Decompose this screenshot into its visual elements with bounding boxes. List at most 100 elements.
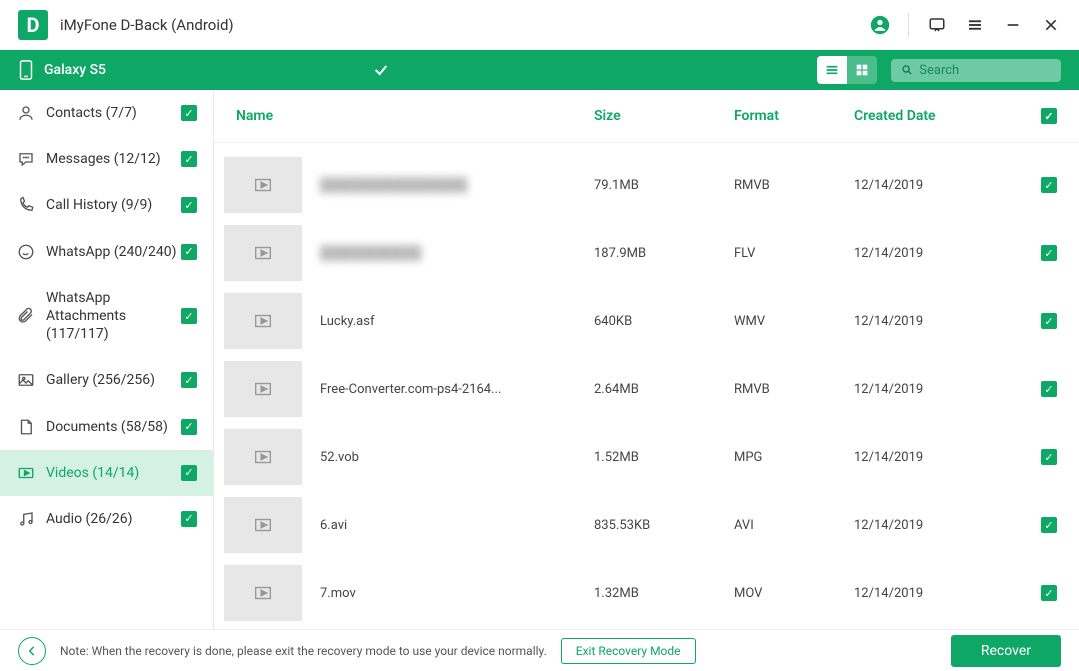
row-size: 1.32MB — [594, 586, 734, 601]
video-thumbnail[interactable] — [224, 293, 302, 349]
sidebar-item-check[interactable]: ✓ — [181, 419, 197, 435]
video-thumbnail[interactable] — [224, 157, 302, 213]
sidebar-item-audio[interactable]: Audio (26/26)✓ — [0, 496, 213, 542]
row-date: 12/14/2019 — [854, 518, 984, 533]
sidebar-item-check[interactable]: ✓ — [181, 511, 197, 527]
sidebar-item-video[interactable]: Videos (14/14)✓ — [0, 450, 213, 496]
row-name: 6.avi — [320, 518, 594, 533]
divider — [908, 13, 909, 37]
row-size: 2.64MB — [594, 382, 734, 397]
row-name: ████████████████ — [320, 177, 594, 193]
row-checkbox[interactable]: ✓ — [1041, 245, 1057, 261]
minimize-icon[interactable] — [1003, 15, 1023, 35]
row-checkbox[interactable]: ✓ — [1041, 381, 1057, 397]
col-format[interactable]: Format — [734, 108, 854, 124]
row-size: 187.9MB — [594, 246, 734, 261]
user-icon[interactable] — [870, 15, 890, 35]
recover-button[interactable]: Recover — [951, 635, 1061, 667]
audio-icon — [16, 510, 36, 528]
feedback-icon[interactable] — [927, 15, 947, 35]
sidebar-item-message[interactable]: Messages (12/12)✓ — [0, 136, 213, 182]
row-name: ███████████ — [320, 245, 594, 261]
sidebar-item-check[interactable]: ✓ — [181, 197, 197, 213]
back-button[interactable] — [18, 637, 46, 665]
image-icon — [16, 371, 36, 389]
table-row[interactable]: Free-Converter.com-ps4-2164...2.64MBRMVB… — [214, 355, 1079, 423]
sidebar-item-label: Videos (14/14) — [46, 464, 181, 482]
device-selected-check — [373, 62, 551, 78]
sidebar-item-label: WhatsApp (240/240) — [46, 243, 181, 261]
row-checkbox[interactable]: ✓ — [1041, 177, 1057, 193]
table-row[interactable]: ████████████████79.1MBRMVB12/14/2019✓ — [214, 151, 1079, 219]
col-date[interactable]: Created Date — [854, 108, 984, 124]
device-name: Galaxy S5 — [44, 62, 106, 78]
sidebar-item-check[interactable]: ✓ — [181, 151, 197, 167]
phone-icon — [16, 196, 36, 214]
menu-icon[interactable] — [965, 15, 985, 35]
sidebar-item-contact[interactable]: Contacts (7/7)✓ — [0, 90, 213, 136]
row-format: RMVB — [734, 382, 854, 397]
app-title: iMyFone D-Back (Android) — [60, 16, 870, 34]
main: Contacts (7/7)✓Messages (12/12)✓Call His… — [0, 90, 1079, 629]
table-row[interactable]: 52.vob1.52MBMPG12/14/2019✓ — [214, 423, 1079, 491]
device-bar: Galaxy S5 — [0, 50, 1079, 90]
sidebar-item-check[interactable]: ✓ — [181, 465, 197, 481]
sidebar: Contacts (7/7)✓Messages (12/12)✓Call His… — [0, 90, 214, 629]
col-name[interactable]: Name — [224, 108, 594, 124]
row-size: 640KB — [594, 314, 734, 329]
row-format: WMV — [734, 314, 854, 329]
video-thumbnail[interactable] — [224, 565, 302, 621]
table-row[interactable]: 6.avi835.53KBAVI12/14/2019 ✓ — [214, 491, 1079, 559]
close-icon[interactable] — [1041, 15, 1061, 35]
doc-icon — [16, 418, 36, 436]
row-date: 12/14/2019 — [854, 450, 984, 465]
grid-view-button[interactable] — [847, 56, 877, 84]
video-thumbnail[interactable] — [224, 429, 302, 485]
row-size: 835.53KB — [594, 518, 734, 533]
sidebar-item-label: Documents (58/58) — [46, 418, 181, 436]
row-checkbox[interactable]: ✓ — [1041, 313, 1057, 329]
search-box[interactable] — [891, 59, 1061, 82]
search-input[interactable] — [919, 63, 1051, 78]
sidebar-item-phone[interactable]: Call History (9/9)✓ — [0, 182, 213, 228]
footer-note: Note: When the recovery is done, please … — [60, 644, 547, 658]
titlebar-controls — [870, 13, 1061, 37]
row-format: FLV — [734, 246, 854, 261]
col-size[interactable]: Size — [594, 108, 734, 124]
row-name: Free-Converter.com-ps4-2164... — [320, 382, 594, 397]
sidebar-item-label: WhatsApp Attachments (117/117) — [46, 289, 181, 344]
sidebar-item-image[interactable]: Gallery (256/256)✓ — [0, 357, 213, 403]
row-checkbox[interactable]: ✓ — [1041, 517, 1057, 533]
row-size: 79.1MB — [594, 178, 734, 193]
table-row[interactable]: 7.mov1.32MBMOV12/14/2019✓ — [214, 559, 1079, 627]
sidebar-item-label: Contacts (7/7) — [46, 104, 181, 122]
sidebar-item-check[interactable]: ✓ — [181, 308, 197, 324]
contact-icon — [16, 104, 36, 122]
sidebar-item-label: Gallery (256/256) — [46, 371, 181, 389]
app-logo: D — [18, 10, 48, 40]
sidebar-item-whatsapp[interactable]: WhatsApp (240/240)✓ — [0, 229, 213, 275]
table-row[interactable]: Lucky.asf640KBWMV12/14/2019✓ — [214, 287, 1079, 355]
video-thumbnail[interactable] — [224, 225, 302, 281]
row-format: AVI — [734, 518, 854, 533]
row-format: RMVB — [734, 178, 854, 193]
row-date: 12/14/2019 — [854, 586, 984, 601]
sidebar-item-label: Call History (9/9) — [46, 196, 181, 214]
list-view-button[interactable] — [817, 56, 847, 84]
col-select-all[interactable]: ✓ — [1041, 108, 1057, 124]
sidebar-item-check[interactable]: ✓ — [181, 372, 197, 388]
titlebar: D iMyFone D-Back (Android) — [0, 0, 1079, 50]
sidebar-item-doc[interactable]: Documents (58/58)✓ — [0, 404, 213, 450]
table-row[interactable]: ███████████187.9MBFLV12/14/2019✓ — [214, 219, 1079, 287]
row-size: 1.52MB — [594, 450, 734, 465]
video-thumbnail[interactable] — [224, 361, 302, 417]
row-format: MOV — [734, 586, 854, 601]
sidebar-item-check[interactable]: ✓ — [181, 244, 197, 260]
sidebar-item-check[interactable]: ✓ — [181, 105, 197, 121]
exit-recovery-button[interactable]: Exit Recovery Mode — [561, 638, 696, 664]
row-checkbox[interactable]: ✓ — [1041, 449, 1057, 465]
rows[interactable]: ████████████████79.1MBRMVB12/14/2019✓███… — [214, 143, 1079, 629]
video-thumbnail[interactable] — [224, 497, 302, 553]
row-checkbox[interactable]: ✓ — [1041, 585, 1057, 601]
sidebar-item-attach[interactable]: WhatsApp Attachments (117/117)✓ — [0, 275, 213, 358]
